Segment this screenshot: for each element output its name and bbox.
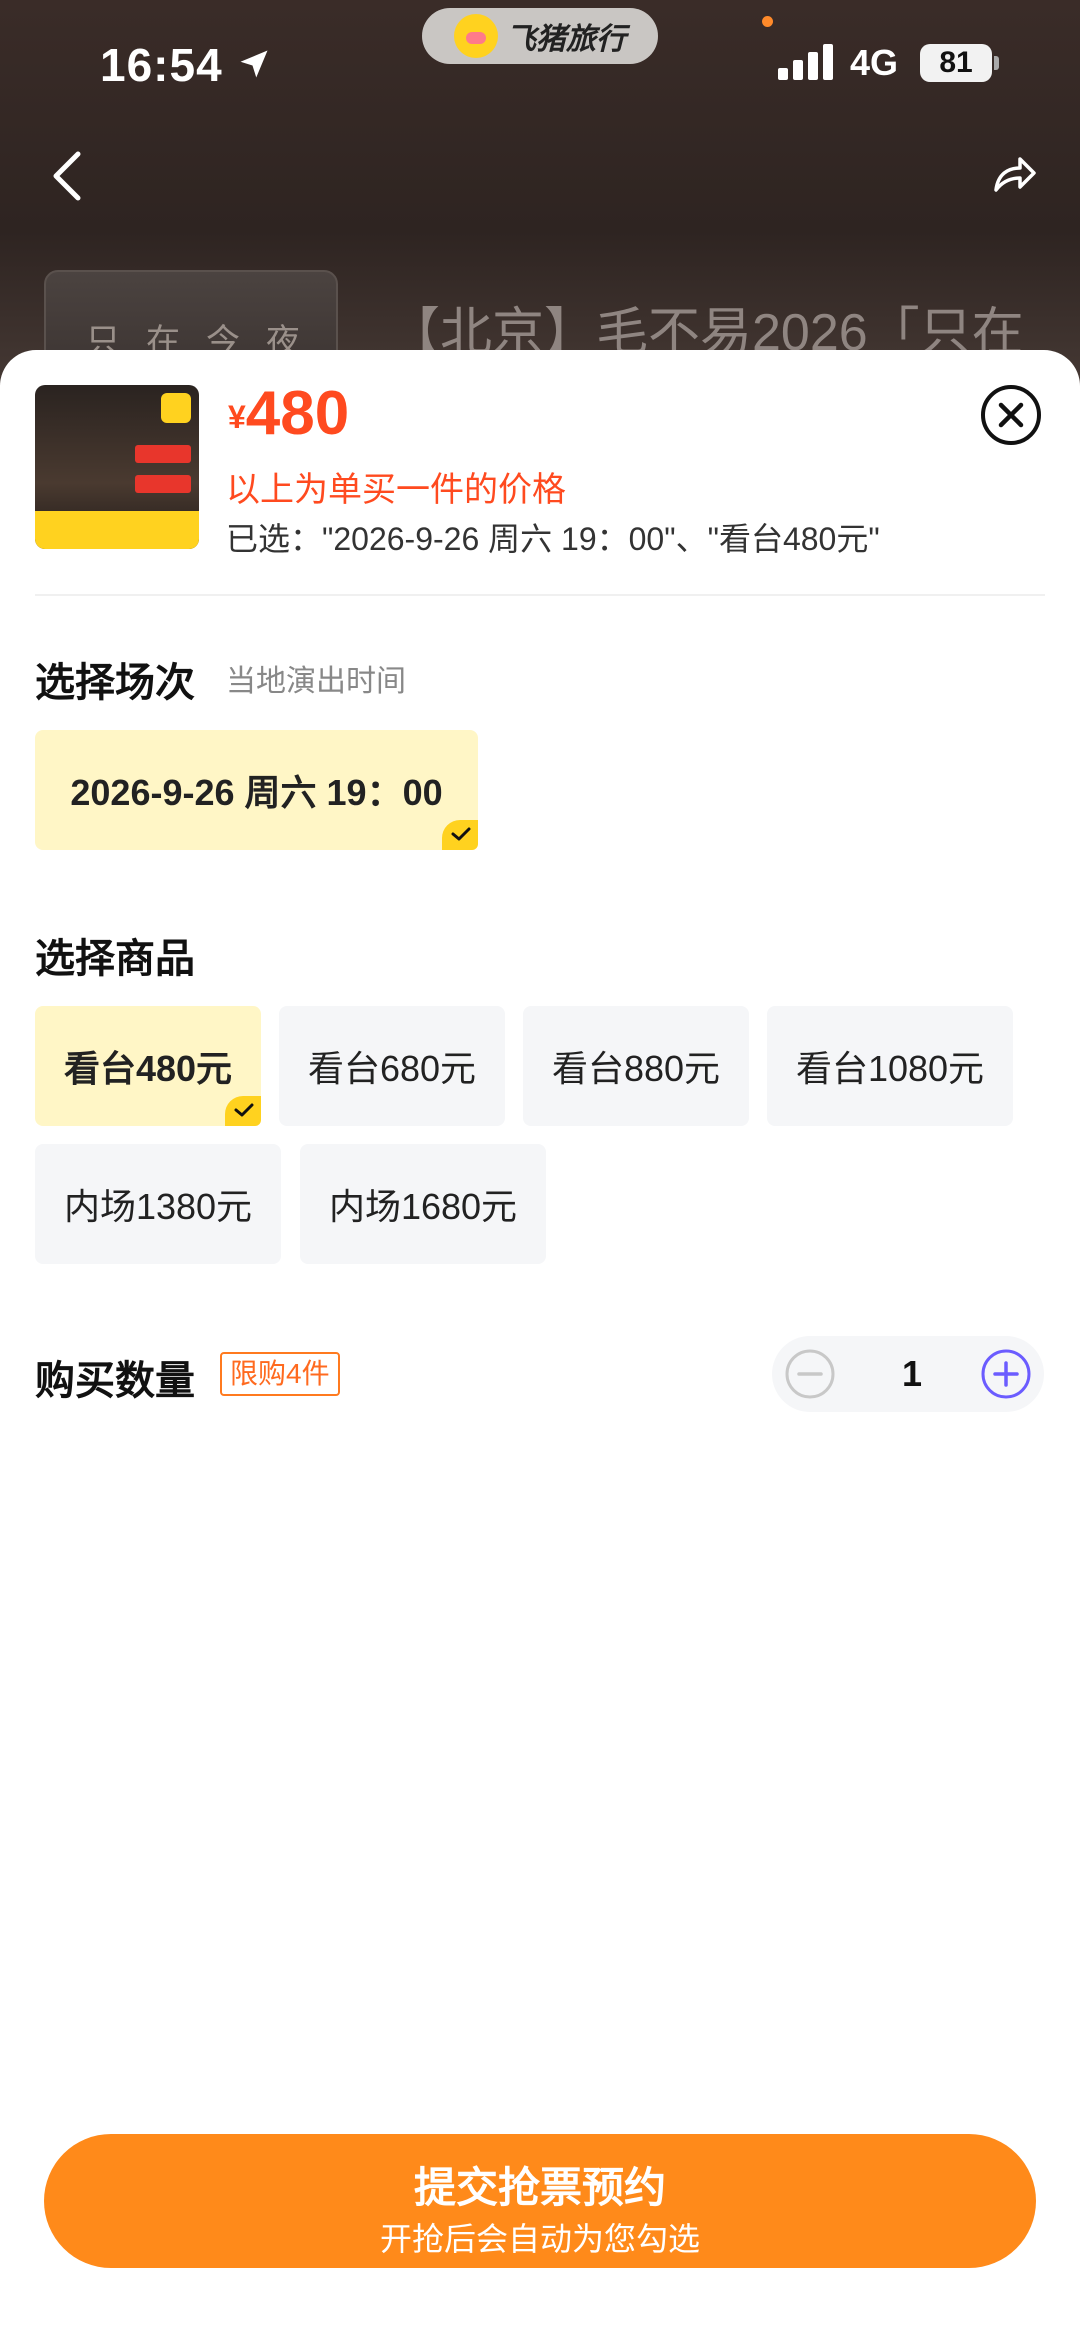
goods-option-label: 内场1380元 bbox=[63, 1186, 253, 1227]
goods-option-floor-1380[interactable]: 内场1380元 bbox=[35, 1144, 281, 1264]
price-value: 480 bbox=[245, 379, 350, 448]
price-note: 以上为单买一件的价格 bbox=[226, 471, 566, 509]
status-time: 16:54 bbox=[100, 39, 223, 91]
goods-option-label: 看台680元 bbox=[307, 1048, 477, 1089]
submit-button-label: 提交抢票预约 bbox=[413, 2164, 666, 2211]
status-bar: 16:54 飞猪旅行 4G 81 bbox=[0, 0, 1080, 130]
product-image bbox=[35, 385, 199, 549]
fliggy-badge bbox=[161, 393, 191, 423]
quantity-title: 购买数量 bbox=[35, 1359, 195, 1403]
goods-option-stand-880[interactable]: 看台880元 bbox=[523, 1006, 749, 1126]
goods-section-title: 选择商品 bbox=[35, 937, 195, 981]
fliggy-pig-icon bbox=[454, 14, 498, 58]
plus-icon[interactable] bbox=[980, 1348, 1032, 1400]
session-option[interactable]: 2026-9-26 周六 19：00 bbox=[35, 730, 478, 850]
selected-summary: 已选："2026-9-26 周六 19：00"、"看台480元" bbox=[226, 521, 880, 557]
goods-option-label: 看台480元 bbox=[63, 1048, 233, 1089]
tag-beijing bbox=[135, 445, 191, 463]
goods-option-floor-1680[interactable]: 内场1680元 bbox=[300, 1144, 546, 1264]
purchase-limit-badge: 限购4件 bbox=[220, 1352, 340, 1396]
quantity-value: 1 bbox=[901, 1353, 923, 1394]
session-section-title: 选择场次 bbox=[35, 661, 195, 705]
divider bbox=[35, 594, 1045, 596]
goods-option-stand-1080[interactable]: 看台1080元 bbox=[767, 1006, 1013, 1126]
price: ¥480 bbox=[228, 378, 349, 449]
battery-level: 81 bbox=[939, 46, 973, 79]
share-icon[interactable] bbox=[990, 150, 1038, 198]
privacy-indicator-dot bbox=[762, 16, 773, 27]
battery-icon: 81 bbox=[920, 44, 992, 82]
location-arrow-icon bbox=[240, 50, 268, 78]
back-arrow-icon[interactable] bbox=[44, 148, 92, 204]
app-return-pill[interactable]: 飞猪旅行 bbox=[422, 8, 658, 64]
goods-option-label: 看台1080元 bbox=[795, 1048, 985, 1089]
currency-symbol: ¥ bbox=[228, 399, 246, 435]
sku-selection-sheet: ¥480 以上为单买一件的价格 已选："2026-9-26 周六 19：00"、… bbox=[0, 350, 1080, 2337]
selected-check-icon bbox=[225, 1096, 261, 1126]
goods-option-stand-480[interactable]: 看台480元 bbox=[35, 1006, 261, 1126]
tag-artist bbox=[135, 475, 191, 493]
submit-button-sublabel: 开抢后会自动为您勾选 bbox=[379, 2221, 700, 2257]
session-option-label: 2026-9-26 周六 19：00 bbox=[70, 772, 443, 813]
goods-option-stand-680[interactable]: 看台680元 bbox=[279, 1006, 505, 1126]
battery-tip bbox=[994, 56, 999, 70]
session-subtitle: 当地演出时间 bbox=[226, 665, 406, 698]
selected-check-icon bbox=[442, 820, 478, 850]
close-icon[interactable] bbox=[980, 384, 1042, 446]
cellular-signal-icon bbox=[778, 44, 833, 80]
quantity-stepper: 1 bbox=[772, 1336, 1044, 1412]
network-type: 4G bbox=[850, 42, 899, 83]
official-strip bbox=[35, 511, 199, 549]
app-name: 飞猪旅行 bbox=[506, 23, 626, 56]
goods-option-label: 内场1680元 bbox=[328, 1186, 518, 1227]
goods-option-label: 看台880元 bbox=[551, 1048, 721, 1089]
submit-reservation-button[interactable]: 提交抢票预约 开抢后会自动为您勾选 bbox=[44, 2134, 1036, 2268]
minus-icon[interactable] bbox=[784, 1348, 836, 1400]
